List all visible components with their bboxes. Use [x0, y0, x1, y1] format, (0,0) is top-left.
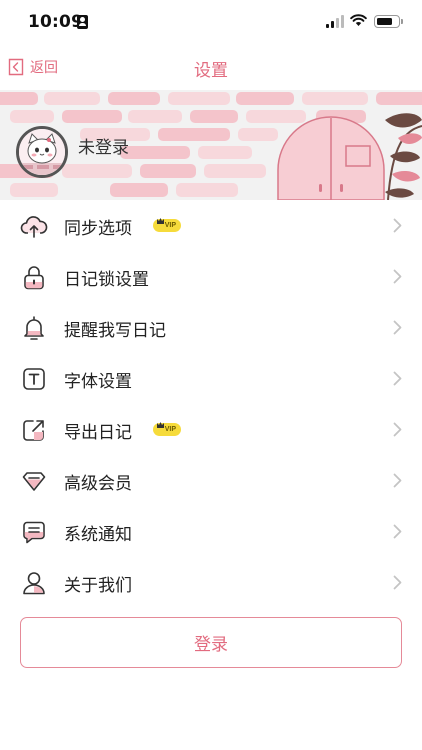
chevron-right-icon: [393, 269, 402, 284]
nav-bar: 返回 设置: [0, 44, 422, 90]
menu-item-about[interactable]: 关于我们: [0, 557, 422, 608]
menu-item-export[interactable]: 导出日记 VIP: [0, 404, 422, 455]
menu-label: 导出日记: [64, 423, 132, 443]
chevron-right-icon: [393, 218, 402, 233]
vip-badge: VIP: [153, 218, 181, 232]
menu-label: 关于我们: [64, 576, 132, 596]
chevron-right-icon: [393, 320, 402, 335]
menu-item-notifications[interactable]: 系统通知: [0, 506, 422, 557]
crown-icon: [157, 422, 164, 428]
id-card-icon: [77, 15, 88, 29]
export-icon: [23, 420, 44, 441]
login-button[interactable]: 登录: [20, 617, 402, 668]
chevron-right-icon: [393, 473, 402, 488]
menu-item-diary-lock[interactable]: 日记锁设置: [0, 251, 422, 302]
wifi-icon: [350, 14, 367, 26]
status-time: 10:09: [28, 12, 84, 32]
vip-text: VIP: [164, 222, 176, 229]
settings-menu: 同步选项 VIP 日记锁设置 提醒我写日记 字体设置 导出日记 VIP 高级会员…: [0, 200, 422, 608]
menu-label: 系统通知: [64, 525, 132, 545]
menu-item-sync[interactable]: 同步选项 VIP: [0, 200, 422, 251]
cat-avatar-icon: [19, 129, 65, 175]
avatar[interactable]: [16, 126, 68, 178]
signal-icon: [326, 15, 344, 28]
page-title: 设置: [194, 61, 228, 81]
chevron-right-icon: [393, 524, 402, 539]
menu-label: 高级会员: [64, 474, 132, 494]
status-bar: 10:09: [0, 0, 422, 44]
chevron-right-icon: [393, 371, 402, 386]
menu-item-font[interactable]: 字体设置: [0, 353, 422, 404]
menu-label: 同步选项: [64, 219, 132, 239]
lock-icon: [24, 266, 44, 290]
message-icon: [23, 521, 45, 544]
chevron-right-icon: [393, 422, 402, 437]
menu-label: 字体设置: [64, 372, 132, 392]
menu-item-reminder[interactable]: 提醒我写日记: [0, 302, 422, 353]
menu-label: 提醒我写日记: [64, 321, 166, 341]
crown-icon: [157, 218, 164, 224]
diamond-icon: [22, 472, 46, 491]
user-icon: [23, 572, 45, 595]
battery-icon: [374, 15, 403, 28]
menu-label: 日记锁设置: [64, 270, 149, 290]
login-status[interactable]: 未登录: [78, 133, 129, 158]
font-icon: [23, 368, 45, 390]
bell-icon: [24, 316, 44, 340]
vip-text: VIP: [164, 426, 176, 433]
chevron-right-icon: [393, 575, 402, 590]
menu-item-premium[interactable]: 高级会员: [0, 455, 422, 506]
cloud-upload-icon: [20, 216, 48, 238]
vip-badge: VIP: [153, 422, 181, 436]
